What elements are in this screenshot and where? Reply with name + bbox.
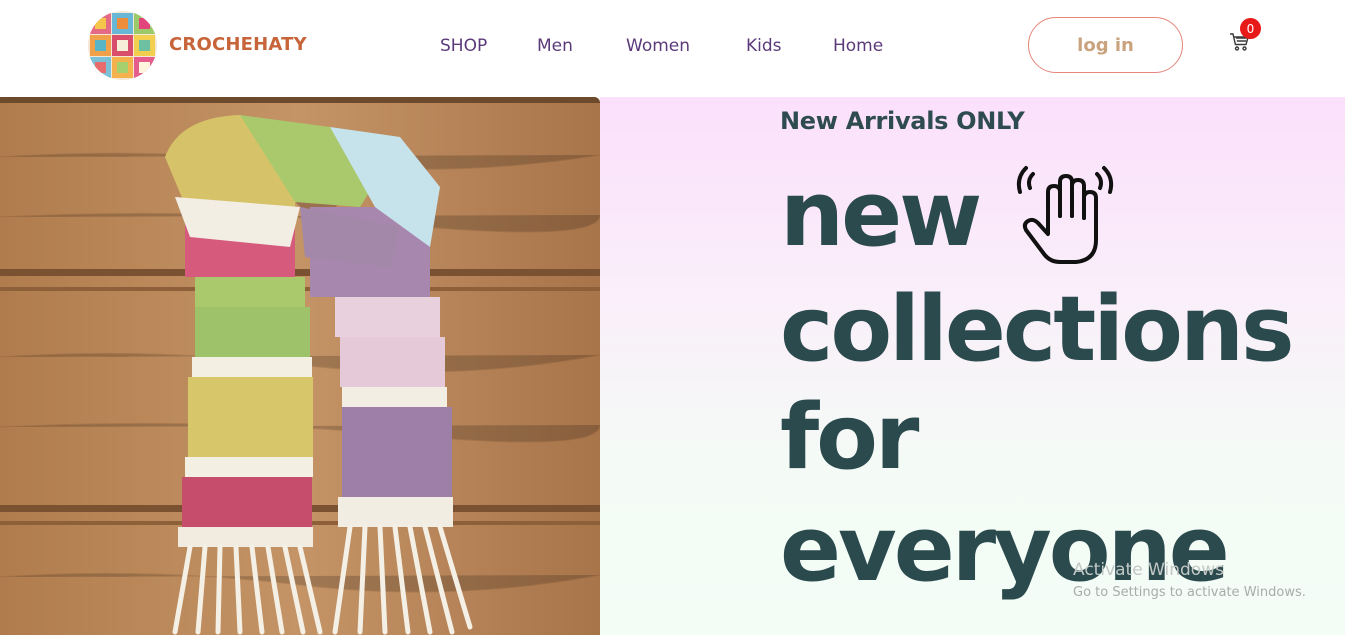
hero-headline-line-1: new bbox=[780, 162, 982, 267]
brand-name[interactable]: CROCHEHATY bbox=[169, 34, 307, 55]
hero-headline-line-3: for bbox=[780, 385, 919, 490]
windows-watermark-subtitle: Go to Settings to activate Windows. bbox=[1073, 585, 1306, 600]
waving-hand-icon bbox=[1010, 158, 1120, 270]
hero-headline-line-2: collections bbox=[780, 277, 1295, 382]
hero-image bbox=[0, 97, 600, 635]
site-header: CROCHEHATY SHOP Men Women Kids Home log … bbox=[0, 0, 1345, 97]
nav-shop[interactable]: SHOP bbox=[440, 36, 487, 56]
brand-logo[interactable] bbox=[88, 11, 157, 80]
windows-watermark-title: Activate Windows bbox=[1073, 560, 1224, 580]
nav-home[interactable]: Home bbox=[833, 36, 883, 56]
hero-headline-line-4: everyone bbox=[780, 497, 1230, 602]
nav-women[interactable]: Women bbox=[626, 36, 690, 56]
hero-tagline: New Arrivals ONLY bbox=[780, 107, 1025, 135]
cart-count-badge: 0 bbox=[1240, 18, 1261, 39]
login-button[interactable]: log in bbox=[1028, 17, 1183, 73]
nav-men[interactable]: Men bbox=[537, 36, 573, 56]
nav-kids[interactable]: Kids bbox=[746, 36, 782, 56]
